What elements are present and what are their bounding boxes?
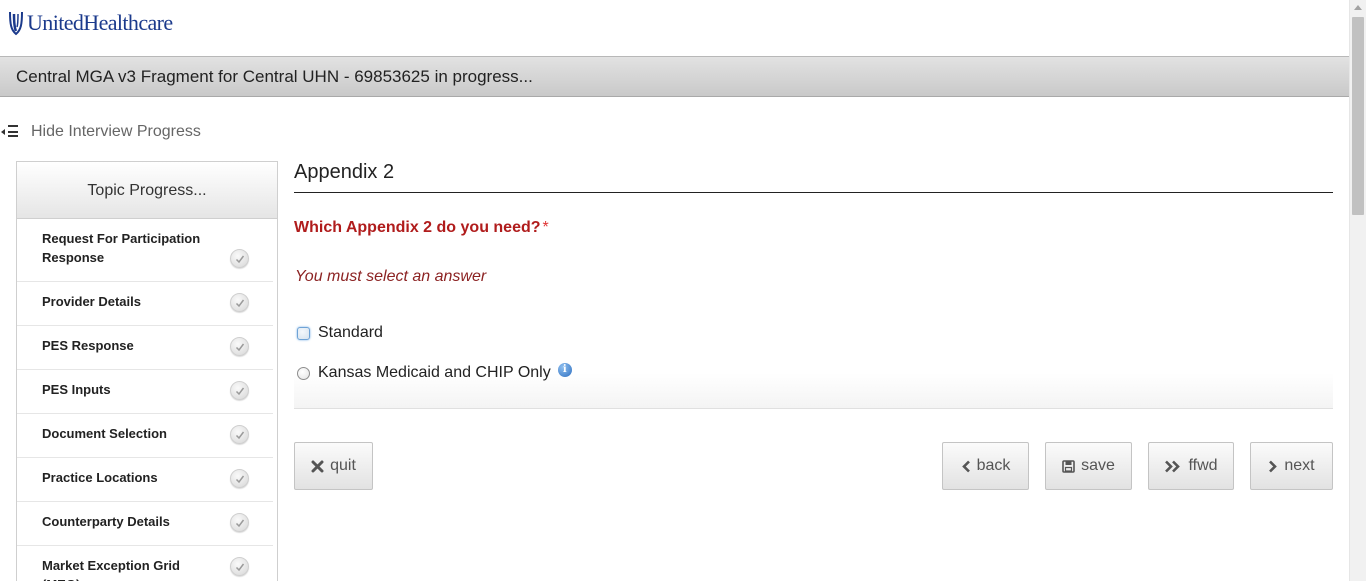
topic-item-document-selection[interactable]: Document Selection — [17, 414, 273, 458]
shield-logo-icon — [9, 11, 23, 36]
ffwd-label: ffwd — [1188, 457, 1218, 474]
option-kansas-medicaid-chip[interactable]: Kansas Medicaid and CHIP Only i — [297, 363, 572, 382]
save-button[interactable]: save — [1045, 442, 1132, 490]
next-button[interactable]: next — [1250, 442, 1333, 490]
floppy-disk-icon — [1062, 459, 1075, 473]
scrollbar-thumb[interactable] — [1352, 17, 1364, 215]
topic-item-counterparty-details[interactable]: Counterparty Details — [17, 502, 273, 546]
topic-item-provider-details[interactable]: Provider Details — [17, 282, 273, 326]
ffwd-button[interactable]: ffwd — [1148, 442, 1234, 490]
topic-label: Request For Participation Response — [42, 231, 201, 265]
checkmark-icon — [230, 337, 249, 356]
radio-kansas-medicaid-chip[interactable] — [297, 366, 310, 380]
next-label: next — [1284, 457, 1315, 474]
page-scrollbar[interactable] — [1349, 0, 1366, 581]
checkmark-icon — [230, 249, 249, 268]
checkmark-icon — [230, 425, 249, 444]
back-label: back — [976, 457, 1011, 474]
topic-label: Provider Details — [42, 294, 141, 309]
topic-progress-panel: Topic Progress... Request For Participat… — [16, 161, 278, 581]
required-marker: * — [542, 219, 549, 236]
close-icon — [311, 460, 324, 473]
quit-button[interactable]: quit — [294, 442, 373, 490]
option-label: Kansas Medicaid and CHIP Only — [318, 364, 551, 381]
checkmark-icon — [230, 469, 249, 488]
topic-item-pes-response[interactable]: PES Response — [17, 326, 273, 370]
section-divider — [294, 192, 1333, 193]
checkmark-icon — [230, 293, 249, 312]
interview-title-bar: Central MGA v3 Fragment for Central UHN … — [0, 57, 1349, 97]
info-icon[interactable]: i — [557, 363, 572, 377]
scroll-up-arrow-icon[interactable] — [1354, 5, 1362, 10]
option-label: Standard — [318, 324, 383, 341]
collapse-menu-icon — [1, 125, 19, 139]
topic-label: Document Selection — [42, 426, 167, 441]
double-chevron-right-icon — [1164, 460, 1182, 473]
checkmark-icon — [230, 513, 249, 532]
quit-label: quit — [330, 457, 356, 474]
validation-error: You must select an answer — [295, 268, 487, 285]
topic-item-pes-inputs[interactable]: PES Inputs — [17, 370, 273, 414]
topic-label: Counterparty Details — [42, 514, 170, 529]
app-header: UnitedHealthcare — [0, 0, 1349, 57]
topic-item-practice-locations[interactable]: Practice Locations — [17, 458, 273, 502]
topic-item-request-for-participation-response[interactable]: Request For Participation Response — [17, 219, 273, 282]
hide-interview-progress-toggle[interactable]: Hide Interview Progress — [0, 122, 201, 142]
section-title: Appendix 2 — [294, 161, 395, 183]
chevron-left-icon — [961, 460, 971, 473]
checkmark-icon — [230, 381, 249, 400]
topic-item-market-exception-grid[interactable]: Market Exception Grid (MEG) — [17, 546, 273, 581]
option-standard[interactable]: Standard — [297, 324, 383, 342]
hide-interview-progress-label: Hide Interview Progress — [31, 123, 201, 140]
topic-label: PES Response — [42, 338, 134, 353]
back-button[interactable]: back — [942, 442, 1029, 490]
question-label: Which Appendix 2 do you need? — [294, 219, 541, 236]
question-text: Which Appendix 2 do you need? * — [294, 219, 549, 237]
brand-name: UnitedHealthcare — [27, 10, 173, 35]
chevron-right-icon — [1268, 460, 1278, 473]
topic-label: Practice Locations — [42, 470, 158, 485]
topic-progress-heading: Topic Progress... — [87, 182, 207, 199]
topic-progress-header: Topic Progress... — [17, 162, 277, 219]
save-label: save — [1081, 457, 1115, 474]
unitedhealthcare-logo[interactable]: UnitedHealthcare — [8, 10, 173, 36]
radio-standard[interactable] — [297, 326, 310, 340]
checkmark-icon — [230, 557, 249, 576]
topic-label: PES Inputs — [42, 382, 111, 397]
interview-title: Central MGA v3 Fragment for Central UHN … — [16, 67, 533, 86]
topic-label: Market Exception Grid (MEG) — [42, 558, 180, 581]
